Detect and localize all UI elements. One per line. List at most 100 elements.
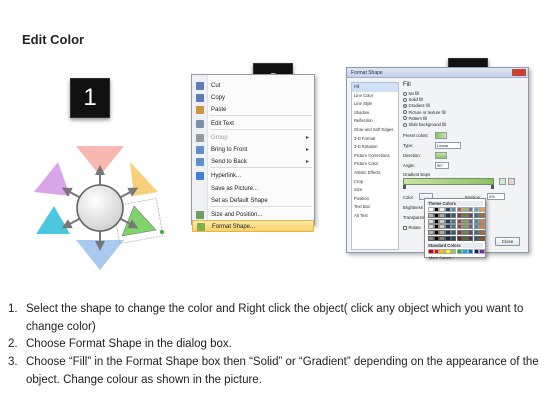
standard-color-swatch[interactable] [439, 249, 445, 254]
menu-item-cut[interactable]: Cut [192, 80, 314, 92]
rotate-checkbox[interactable]: Rotate [403, 225, 421, 230]
color-swatch[interactable] [433, 236, 440, 241]
gradient-stops-bar[interactable] [403, 178, 494, 185]
category-crop[interactable]: Crop [352, 178, 398, 187]
standard-color-swatch[interactable] [450, 249, 457, 254]
remove-stop-icon[interactable] [508, 178, 515, 185]
standard-color-swatch[interactable] [433, 249, 440, 254]
color-swatch[interactable] [439, 207, 445, 212]
color-swatch[interactable] [450, 230, 457, 236]
fill-option-picture-or-texture-fill[interactable]: Picture or texture fill [403, 110, 446, 116]
color-swatch[interactable] [473, 207, 480, 212]
category-size[interactable]: Size [352, 186, 398, 195]
color-swatch[interactable] [445, 230, 451, 236]
standard-color-swatch[interactable] [445, 249, 451, 254]
color-swatch[interactable] [479, 236, 485, 241]
more-colors-link[interactable]: More Colors... [429, 255, 454, 260]
menu-item-edit-text[interactable]: Edit Text [192, 118, 314, 130]
category-alt-text[interactable]: Alt Text [352, 212, 398, 221]
type-select[interactable]: Linear [435, 142, 461, 149]
color-swatch[interactable] [473, 224, 480, 230]
add-stop-icon[interactable] [499, 178, 506, 185]
category-picture-corrections[interactable]: Picture Corrections [352, 152, 398, 161]
color-swatch[interactable] [428, 230, 434, 236]
category-reflection[interactable]: Reflection [352, 117, 398, 126]
color-swatch[interactable] [428, 207, 434, 212]
color-swatch[interactable] [467, 236, 474, 241]
color-swatch[interactable] [479, 218, 485, 224]
color-swatch[interactable] [456, 230, 462, 236]
gradient-stop-1[interactable] [403, 185, 406, 189]
color-swatch[interactable] [479, 230, 485, 236]
color-swatch[interactable] [456, 218, 462, 224]
standard-color-swatch[interactable] [473, 249, 480, 254]
menu-item-group[interactable]: Group ▸ [192, 132, 314, 144]
menu-item-bring-to-front[interactable]: Bring to Front ▸ [192, 144, 314, 156]
color-swatch[interactable] [445, 207, 451, 212]
color-swatch[interactable] [456, 236, 462, 241]
color-swatch[interactable] [433, 230, 440, 236]
standard-color-swatch[interactable] [467, 249, 474, 254]
category-text-box[interactable]: Text Box [352, 203, 398, 212]
category-3-d-rotation[interactable]: 3-D Rotation [352, 143, 398, 152]
fill-option-gradient-fill[interactable]: Gradient fill [403, 103, 430, 109]
color-swatch[interactable] [428, 236, 434, 241]
color-swatch[interactable] [456, 224, 462, 230]
color-swatch[interactable] [479, 224, 485, 230]
color-swatch[interactable] [428, 218, 434, 224]
color-swatch[interactable] [439, 236, 445, 241]
color-swatch[interactable] [467, 218, 474, 224]
close-icon[interactable] [512, 69, 526, 76]
menu-item-save-as-picture[interactable]: Save as Picture... [192, 183, 314, 195]
color-swatch[interactable] [467, 207, 474, 212]
color-swatch[interactable] [473, 212, 480, 218]
fill-option-no-fill[interactable]: No fill [403, 91, 419, 97]
category-picture-color[interactable]: Picture Color [352, 160, 398, 169]
menu-item-hyperlink[interactable]: Hyperlink... [192, 170, 314, 182]
fill-option-slide-background-fill[interactable]: Slide background fill [403, 122, 446, 128]
preset-colors-button[interactable] [435, 132, 447, 139]
color-swatch[interactable] [456, 212, 462, 218]
triangle-bottom-left[interactable] [36, 206, 70, 234]
color-swatch[interactable] [445, 224, 451, 230]
color-palette-dropdown[interactable]: Theme Colors Standard Colors More Colors… [424, 198, 486, 260]
fill-option-pattern-fill[interactable]: Pattern fill [403, 116, 427, 122]
gradient-stop-2[interactable] [491, 185, 494, 189]
standard-color-swatch[interactable] [456, 249, 462, 254]
category-glow-and-soft-edges[interactable]: Glow and Soft Edges [352, 126, 398, 135]
category-line-color[interactable]: Line Color [352, 92, 398, 101]
color-swatch[interactable] [450, 218, 457, 224]
color-swatch[interactable] [439, 212, 445, 218]
color-swatch[interactable] [433, 218, 440, 224]
color-swatch[interactable] [473, 218, 480, 224]
color-swatch[interactable] [479, 207, 485, 212]
angle-input[interactable]: 90° [435, 162, 449, 169]
color-swatch[interactable] [462, 224, 468, 230]
color-swatch[interactable] [445, 236, 451, 241]
category-position[interactable]: Position [352, 195, 398, 204]
color-swatch[interactable] [462, 218, 468, 224]
fill-option-solid-fill[interactable]: Solid fill [403, 97, 423, 103]
menu-item-copy[interactable]: Copy [192, 92, 314, 104]
category-3-d-format[interactable]: 3-D Format [352, 135, 398, 144]
color-swatch[interactable] [462, 212, 468, 218]
color-swatch[interactable] [439, 218, 445, 224]
color-swatch[interactable] [450, 207, 457, 212]
color-swatch[interactable] [428, 224, 434, 230]
color-swatch[interactable] [479, 212, 485, 218]
color-swatch[interactable] [467, 224, 474, 230]
color-swatch[interactable] [433, 207, 440, 212]
color-swatch[interactable] [439, 224, 445, 230]
color-swatch[interactable] [433, 224, 440, 230]
color-swatch[interactable] [450, 236, 457, 241]
triangle-bottom-right[interactable] [121, 205, 157, 237]
triangle-top-left[interactable] [34, 162, 70, 196]
menu-item-send-to-back[interactable]: Send to Back ▸ [192, 156, 314, 168]
color-swatch[interactable] [462, 207, 468, 212]
color-swatch[interactable] [473, 230, 480, 236]
center-circle[interactable] [76, 184, 124, 232]
close-button[interactable]: Close [495, 237, 520, 246]
category-fill[interactable]: Fill [352, 83, 398, 92]
color-swatch[interactable] [450, 212, 457, 218]
standard-color-swatch[interactable] [428, 249, 434, 254]
